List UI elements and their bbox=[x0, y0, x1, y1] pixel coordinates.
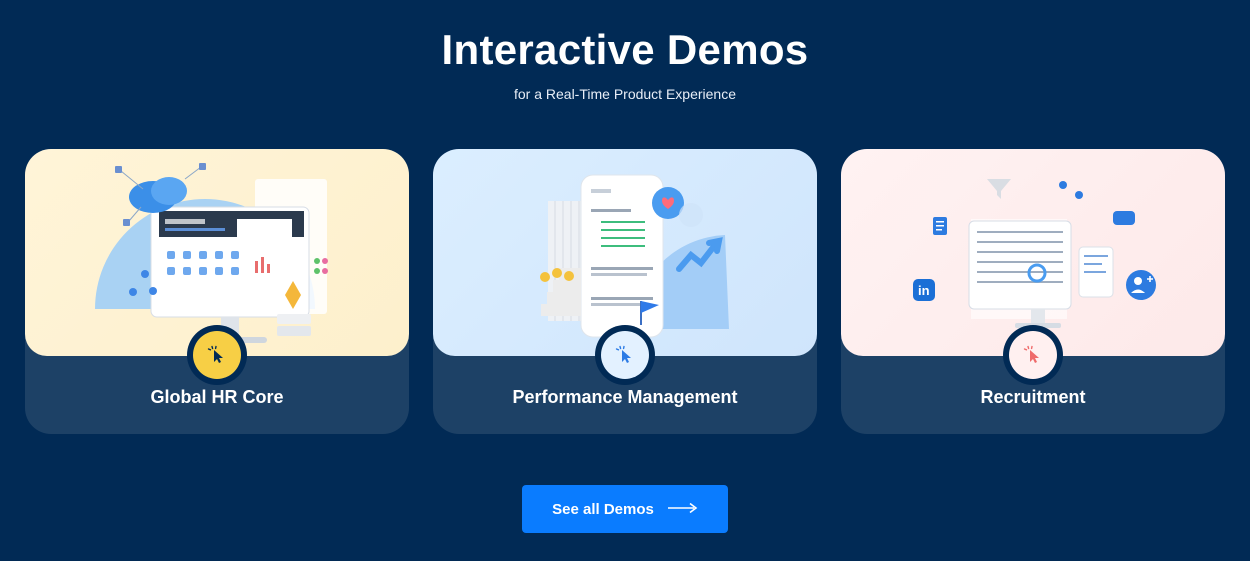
demo-card-recruitment[interactable]: in Recruitment bbox=[841, 149, 1225, 434]
demo-badge bbox=[1003, 325, 1063, 385]
svg-text:in: in bbox=[918, 283, 930, 298]
demo-card-label: Performance Management bbox=[512, 387, 738, 407]
cursor-click-icon bbox=[1009, 331, 1057, 379]
cursor-click-icon bbox=[601, 331, 649, 379]
cursor-click-icon bbox=[193, 331, 241, 379]
demo-badge bbox=[595, 325, 655, 385]
demo-card-label: Global HR Core bbox=[150, 387, 284, 407]
see-all-demos-button[interactable]: See all Demos bbox=[522, 485, 728, 533]
see-all-demos-label: See all Demos bbox=[552, 500, 654, 518]
demo-card-global-hr-core[interactable]: Global HR Core bbox=[25, 149, 409, 434]
demo-card-label: Recruitment bbox=[980, 387, 1086, 407]
section-header: Interactive Demos for a Real-Time Produc… bbox=[0, 26, 1250, 102]
section-title: Interactive Demos bbox=[441, 26, 809, 73]
demo-card-performance-management[interactable]: Performance Management bbox=[433, 149, 817, 434]
section-subtitle: for a Real-Time Product Experience bbox=[513, 86, 737, 102]
demo-badge bbox=[187, 325, 247, 385]
arrow-right-icon bbox=[667, 501, 698, 518]
